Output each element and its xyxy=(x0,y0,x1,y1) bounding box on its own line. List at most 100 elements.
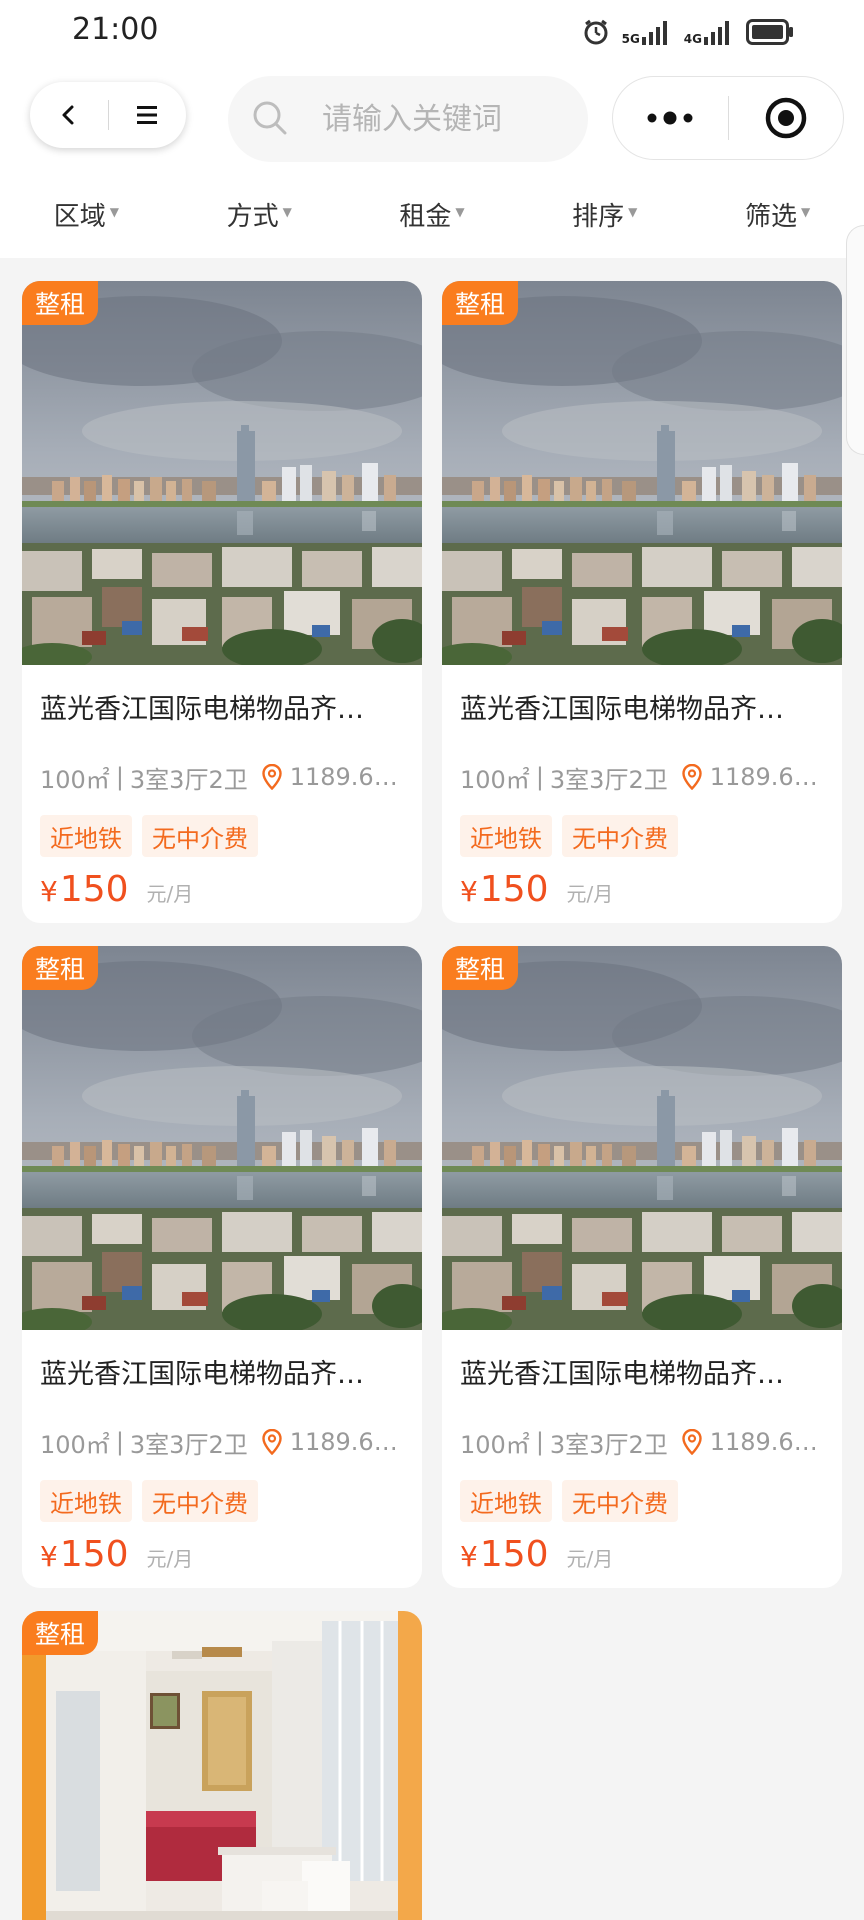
listing-price: ¥ 150 元/月 xyxy=(460,869,613,910)
listing-card[interactable]: 整租 蓝光香江国际电梯物品齐… 100㎡ | 3室3厅2卫 1189.6… 近地… xyxy=(442,946,842,1588)
listing-card[interactable]: 整租 蓝光香江国际电梯物品齐… 100㎡ | 3室3厅2卫 1189.6… 近地… xyxy=(22,281,422,923)
price-unit: 元/月 xyxy=(146,882,194,906)
filter-label: 筛选 xyxy=(744,201,797,232)
rent-type-badge: 整租 xyxy=(442,281,518,325)
listing-tags: 近地铁 无中介费 xyxy=(40,1480,258,1522)
price-unit: 元/月 xyxy=(146,1547,194,1571)
listing-tags: 近地铁 无中介费 xyxy=(460,1480,678,1522)
price-amount: 150 xyxy=(479,1534,549,1575)
network-4g-label: 4G xyxy=(683,32,702,46)
caret-down-icon: ▼ xyxy=(282,205,292,219)
listing-card[interactable]: 整租 xyxy=(22,1611,422,1920)
rent-type-badge: 整租 xyxy=(442,946,518,990)
listing-distance: 1189.6… xyxy=(289,1428,398,1456)
listing-title: 蓝光香江国际电梯物品齐… xyxy=(40,694,364,725)
filter-rent-price[interactable]: 租金 ▼ xyxy=(346,180,519,248)
separator: | xyxy=(115,1428,124,1456)
listing-photo xyxy=(22,946,422,1330)
miniprogram-capsule xyxy=(612,76,844,160)
location-pin-icon xyxy=(262,1429,282,1455)
search-input[interactable] xyxy=(322,76,572,162)
target-icon xyxy=(765,97,806,139)
listing-tags: 近地铁 无中介费 xyxy=(460,815,678,857)
listing-meta: 100㎡ | 3室3厅2卫 1189.6… xyxy=(460,759,832,795)
listing-layout: 3室3厅2卫 xyxy=(549,765,668,794)
listing-distance: 1189.6… xyxy=(709,1428,818,1456)
listing-title: 蓝光香江国际电梯物品齐… xyxy=(460,1359,784,1390)
listing-photo xyxy=(22,281,422,665)
tag: 近地铁 xyxy=(460,815,552,857)
price-amount: 150 xyxy=(59,869,129,910)
listing-meta: 100㎡ | 3室3厅2卫 1189.6… xyxy=(40,759,412,795)
filter-label: 方式 xyxy=(226,201,279,232)
listing-card[interactable]: 整租 蓝光香江国际电梯物品齐… 100㎡ | 3室3厅2卫 1189.6… 近地… xyxy=(442,281,842,923)
close-miniprogram-button[interactable] xyxy=(729,76,844,160)
tag: 近地铁 xyxy=(40,1480,132,1522)
status-icons: 5G 4G xyxy=(582,16,794,48)
location-pin-icon xyxy=(262,764,282,790)
location-pin-icon xyxy=(682,1429,702,1455)
listing-price: ¥ 150 元/月 xyxy=(460,1534,613,1575)
filter-label: 租金 xyxy=(399,201,452,232)
tag: 无中介费 xyxy=(142,1480,258,1522)
battery-icon xyxy=(746,19,793,45)
listing-layout: 3室3厅2卫 xyxy=(549,1430,668,1459)
tag: 无中介费 xyxy=(142,815,258,857)
nav-capsule xyxy=(30,82,186,148)
rent-type-badge: 整租 xyxy=(22,281,98,325)
listing-card[interactable]: 整租 蓝光香江国际电梯物品齐… 100㎡ | 3室3厅2卫 1189.6… 近地… xyxy=(22,946,422,1588)
caret-down-icon: ▼ xyxy=(628,205,638,219)
currency-symbol: ¥ xyxy=(460,875,478,908)
header: 21:00 5G 4G 请输入关键词 区域 ▼ 方式 ▼ 租金 ▼ 排序 ▼ 筛… xyxy=(0,0,864,258)
listing-area: 100㎡ xyxy=(460,1430,530,1459)
alarm-icon xyxy=(584,19,608,45)
status-time: 21:00 xyxy=(72,12,159,47)
tag: 近地铁 xyxy=(40,815,132,857)
filter-more[interactable]: 筛选 ▼ xyxy=(691,180,864,248)
location-pin-icon xyxy=(682,764,702,790)
listing-area: 100㎡ xyxy=(40,1430,110,1459)
listing-price: ¥ 150 元/月 xyxy=(40,1534,193,1575)
caret-down-icon: ▼ xyxy=(109,205,120,219)
currency-symbol: ¥ xyxy=(460,1540,478,1573)
listing-title: 蓝光香江国际电梯物品齐… xyxy=(40,1359,364,1390)
listing-meta: 100㎡ | 3室3厅2卫 1189.6… xyxy=(460,1424,832,1460)
rent-type-badge: 整租 xyxy=(22,946,98,990)
menu-button[interactable] xyxy=(109,82,187,148)
listing-title: 蓝光香江国际电梯物品齐… xyxy=(460,694,784,725)
status-bar: 21:00 5G 4G xyxy=(0,0,864,62)
tag: 无中介费 xyxy=(562,815,678,857)
tag: 近地铁 xyxy=(460,1480,552,1522)
filter-sort[interactable]: 排序 ▼ xyxy=(518,180,691,248)
separator: | xyxy=(535,1428,544,1456)
rent-type-badge: 整租 xyxy=(22,1611,98,1655)
price-amount: 150 xyxy=(59,1534,129,1575)
search-icon xyxy=(253,101,287,135)
network-5g-label: 5G xyxy=(621,32,640,46)
currency-symbol: ¥ xyxy=(40,875,58,908)
listing-distance: 1189.6… xyxy=(709,763,818,791)
tag: 无中介费 xyxy=(562,1480,678,1522)
more-button[interactable] xyxy=(613,76,728,160)
price-unit: 元/月 xyxy=(566,882,614,906)
listing-photo xyxy=(22,1611,422,1920)
filter-rent-type[interactable]: 方式 ▼ xyxy=(173,180,346,248)
listing-distance: 1189.6… xyxy=(289,763,398,791)
price-amount: 150 xyxy=(479,869,549,910)
back-button[interactable] xyxy=(30,82,108,148)
listing-area: 100㎡ xyxy=(40,765,110,794)
filter-region[interactable]: 区域 ▼ xyxy=(0,180,173,248)
listing-photo xyxy=(442,946,842,1330)
signal-icon xyxy=(641,21,667,45)
separator: | xyxy=(535,763,544,791)
price-unit: 元/月 xyxy=(566,1547,614,1571)
menu-icon xyxy=(137,106,158,124)
filter-label: 排序 xyxy=(572,201,625,232)
separator: | xyxy=(115,763,124,791)
search-bar[interactable] xyxy=(228,76,588,162)
listing-meta: 100㎡ | 3室3厅2卫 1189.6… xyxy=(40,1424,412,1460)
caret-down-icon: ▼ xyxy=(455,205,465,219)
side-drawer-handle[interactable] xyxy=(846,225,864,455)
listing-area: 100㎡ xyxy=(460,765,530,794)
listing-tags: 近地铁 无中介费 xyxy=(40,815,258,857)
